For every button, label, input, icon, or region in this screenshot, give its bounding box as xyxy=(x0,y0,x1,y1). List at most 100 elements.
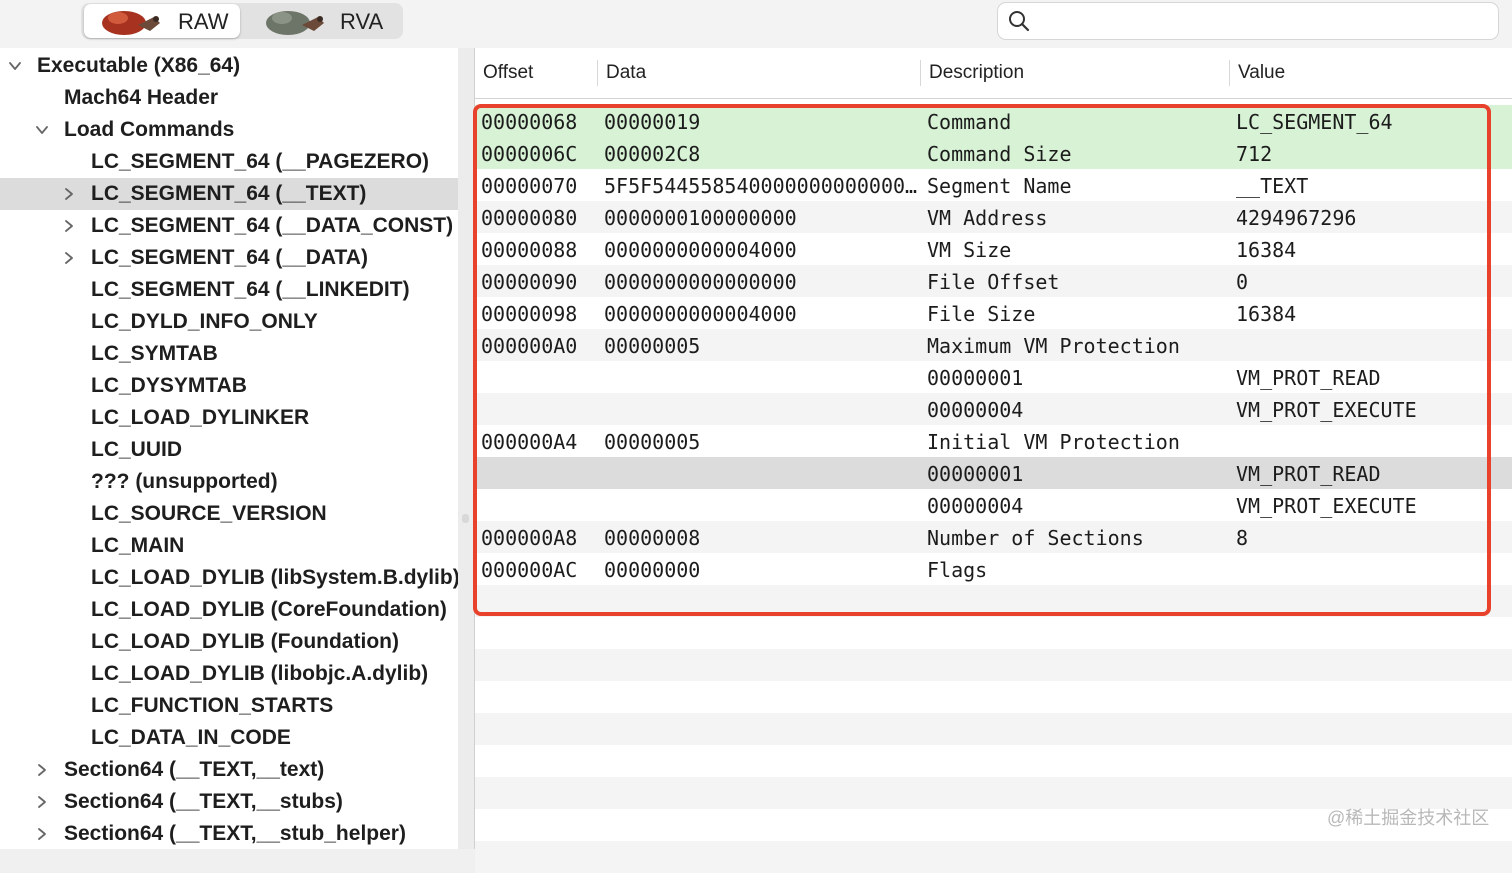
rva-mode-label: RVA xyxy=(340,9,384,34)
tree-item[interactable]: LC_SOURCE_VERSION xyxy=(0,498,458,530)
tree-item[interactable]: LC_DYLD_INFO_ONLY xyxy=(0,306,458,338)
tree-item[interactable]: LC_DATA_IN_CODE xyxy=(0,722,458,754)
table-row[interactable]: 00000088 0000000000004000 VM Size 16384 xyxy=(475,233,1512,265)
column-header-data[interactable]: Data xyxy=(606,62,646,84)
column-header-description[interactable]: Description xyxy=(929,62,1024,84)
empty-row xyxy=(475,617,1512,649)
detail-table: Offset Data Description Value 00000068 00… xyxy=(475,48,1512,873)
data-cell: 0000000000004000 xyxy=(604,302,797,326)
table-row[interactable]: 00000001 VM_PROT_READ xyxy=(475,361,1512,393)
chevron-right-icon[interactable] xyxy=(62,219,76,233)
offset-cell: 00000098 xyxy=(481,302,578,326)
chevron-right-icon[interactable] xyxy=(62,187,76,201)
empty-row xyxy=(475,681,1512,713)
tree-item[interactable]: Section64 (__TEXT,__text) xyxy=(0,754,458,786)
table-row[interactable]: 00000068 00000019 Command LC_SEGMENT_64 xyxy=(475,105,1512,137)
rva-mascot-icon xyxy=(266,11,324,35)
tree-item[interactable]: LC_SYMTAB xyxy=(0,338,458,370)
tree-item[interactable]: Section64 (__TEXT,__stubs) xyxy=(0,786,458,818)
table-row[interactable]: 00000090 0000000000000000 File Offset 0 xyxy=(475,265,1512,297)
chevron-down-icon[interactable] xyxy=(35,123,49,137)
tree-item[interactable]: LC_SEGMENT_64 (__TEXT) xyxy=(0,178,458,210)
description-cell: File Offset xyxy=(927,270,1060,294)
empty-row xyxy=(475,745,1512,777)
tree-item[interactable]: Mach64 Header xyxy=(0,82,458,114)
tree-item[interactable]: LC_LOAD_DYLIB (Foundation) xyxy=(0,626,458,658)
watermark: @稀土掘金技术社区 xyxy=(1327,808,1490,828)
tree-item[interactable]: LC_UUID xyxy=(0,434,458,466)
table-row[interactable]: 00000004 VM_PROT_EXECUTE xyxy=(475,489,1512,521)
column-divider[interactable] xyxy=(597,60,598,86)
chevron-down-icon[interactable] xyxy=(8,59,22,73)
description-cell: Command xyxy=(927,110,1012,134)
table-row[interactable]: 00000098 0000000000004000 File Size 16384 xyxy=(475,297,1512,329)
raw-mode-button[interactable]: RAW xyxy=(84,4,240,38)
tree-item[interactable]: LC_MAIN xyxy=(0,530,458,562)
tree-item-label: LC_FUNCTION_STARTS xyxy=(91,694,334,717)
tree-item[interactable]: ??? (unsupported) xyxy=(0,466,458,498)
column-header-offset[interactable]: Offset xyxy=(483,62,533,84)
empty-row xyxy=(475,585,1512,617)
table-row[interactable]: 000000A8 00000008 Number of Sections 8 xyxy=(475,521,1512,553)
chevron-right-icon[interactable] xyxy=(35,763,49,777)
data-cell: 5F5F5445585400000000000000000000 xyxy=(604,174,919,198)
table-row[interactable]: 00000080 0000000100000000 VM Address 429496… xyxy=(475,201,1512,233)
description-cell: Command Size xyxy=(927,142,1072,166)
raw-mascot-icon xyxy=(102,11,160,35)
data-cell: 000002C8 xyxy=(604,142,701,166)
chevron-right-icon[interactable] xyxy=(35,827,49,841)
rva-mode-button[interactable]: RVA xyxy=(248,4,400,38)
tree-item-label: LC_DYLD_INFO_ONLY xyxy=(91,310,318,333)
table-row[interactable]: 00000001 VM_PROT_READ xyxy=(475,457,1512,489)
value-cell: VM_PROT_READ xyxy=(1236,462,1381,486)
table-row[interactable]: 0000006C 000002C8 Command Size 712 xyxy=(475,137,1512,169)
description-cell: VM Address xyxy=(927,206,1048,230)
data-cell: 00000005 xyxy=(604,334,701,358)
tree-item[interactable]: LC_LOAD_DYLIB (CoreFoundation) xyxy=(0,594,458,626)
value-cell: VM_PROT_EXECUTE xyxy=(1236,398,1417,422)
column-divider[interactable] xyxy=(1229,60,1230,86)
description-cell: Number of Sections xyxy=(927,526,1144,550)
tree-item-label: LC_SYMTAB xyxy=(91,342,218,365)
search-input[interactable] xyxy=(997,2,1499,40)
offset-cell: 000000A4 xyxy=(481,430,578,454)
table-header: Offset Data Description Value xyxy=(475,48,1512,99)
tree-item[interactable]: LC_LOAD_DYLIB (libobjc.A.dylib) xyxy=(0,658,458,690)
value-cell: 4294967296 xyxy=(1236,206,1357,230)
table-row[interactable]: 000000AC 00000000 Flags xyxy=(475,553,1512,585)
tree-item[interactable]: LC_SEGMENT_64 (__DATA) xyxy=(0,242,458,274)
table-row[interactable]: 000000A0 00000005 Maximum VM Protection xyxy=(475,329,1512,361)
chevron-right-icon[interactable] xyxy=(62,251,76,265)
tree-item[interactable]: Executable (X86_64) xyxy=(0,50,458,82)
value-cell: 16384 xyxy=(1236,238,1297,262)
column-divider[interactable] xyxy=(920,60,921,86)
tree-item[interactable]: LC_FUNCTION_STARTS xyxy=(0,690,458,722)
tree-item[interactable]: Load Commands xyxy=(0,114,458,146)
tree-item-label: Mach64 Header xyxy=(64,86,219,109)
tree-item[interactable]: Section64 (__TEXT,__stub_helper) xyxy=(0,818,458,850)
column-header-value[interactable]: Value xyxy=(1238,62,1285,84)
description-cell: 00000001 xyxy=(927,462,1024,486)
tree-item[interactable]: LC_LOAD_DYLINKER xyxy=(0,402,458,434)
tree-item-label: Load Commands xyxy=(64,118,235,141)
tree-item[interactable]: LC_DYSYMTAB xyxy=(0,370,458,402)
description-cell: Flags xyxy=(927,558,988,582)
offset-cell: 00000068 xyxy=(481,110,578,134)
value-cell: VM_PROT_READ xyxy=(1236,366,1381,390)
value-cell: 8 xyxy=(1236,526,1249,550)
pane-splitter[interactable] xyxy=(458,48,475,849)
table-row[interactable]: 00000070 5F5F5445585400000000000000000000… xyxy=(475,169,1512,201)
chevron-right-icon[interactable] xyxy=(35,795,49,809)
tree-item[interactable]: LC_SEGMENT_64 (__PAGEZERO) xyxy=(0,146,458,178)
table-row[interactable]: 00000004 VM_PROT_EXECUTE xyxy=(475,393,1512,425)
tree-item[interactable]: LC_SEGMENT_64 (__DATA_CONST) xyxy=(0,210,458,242)
splitter-handle[interactable] xyxy=(462,514,469,523)
value-cell: 0 xyxy=(1236,270,1249,294)
table-row[interactable]: 000000A4 00000005 Initial VM Protection xyxy=(475,425,1512,457)
tree-item-label: LC_DYSYMTAB xyxy=(91,374,247,397)
tree-item[interactable]: LC_SEGMENT_64 (__LINKEDIT) xyxy=(0,274,458,306)
data-cell: 00000000 xyxy=(604,558,701,582)
tree-item[interactable]: LC_LOAD_DYLIB (libSystem.B.dylib) xyxy=(0,562,458,594)
offset-cell: 000000AC xyxy=(481,558,578,582)
offset-cell: 0000006C xyxy=(481,142,578,166)
